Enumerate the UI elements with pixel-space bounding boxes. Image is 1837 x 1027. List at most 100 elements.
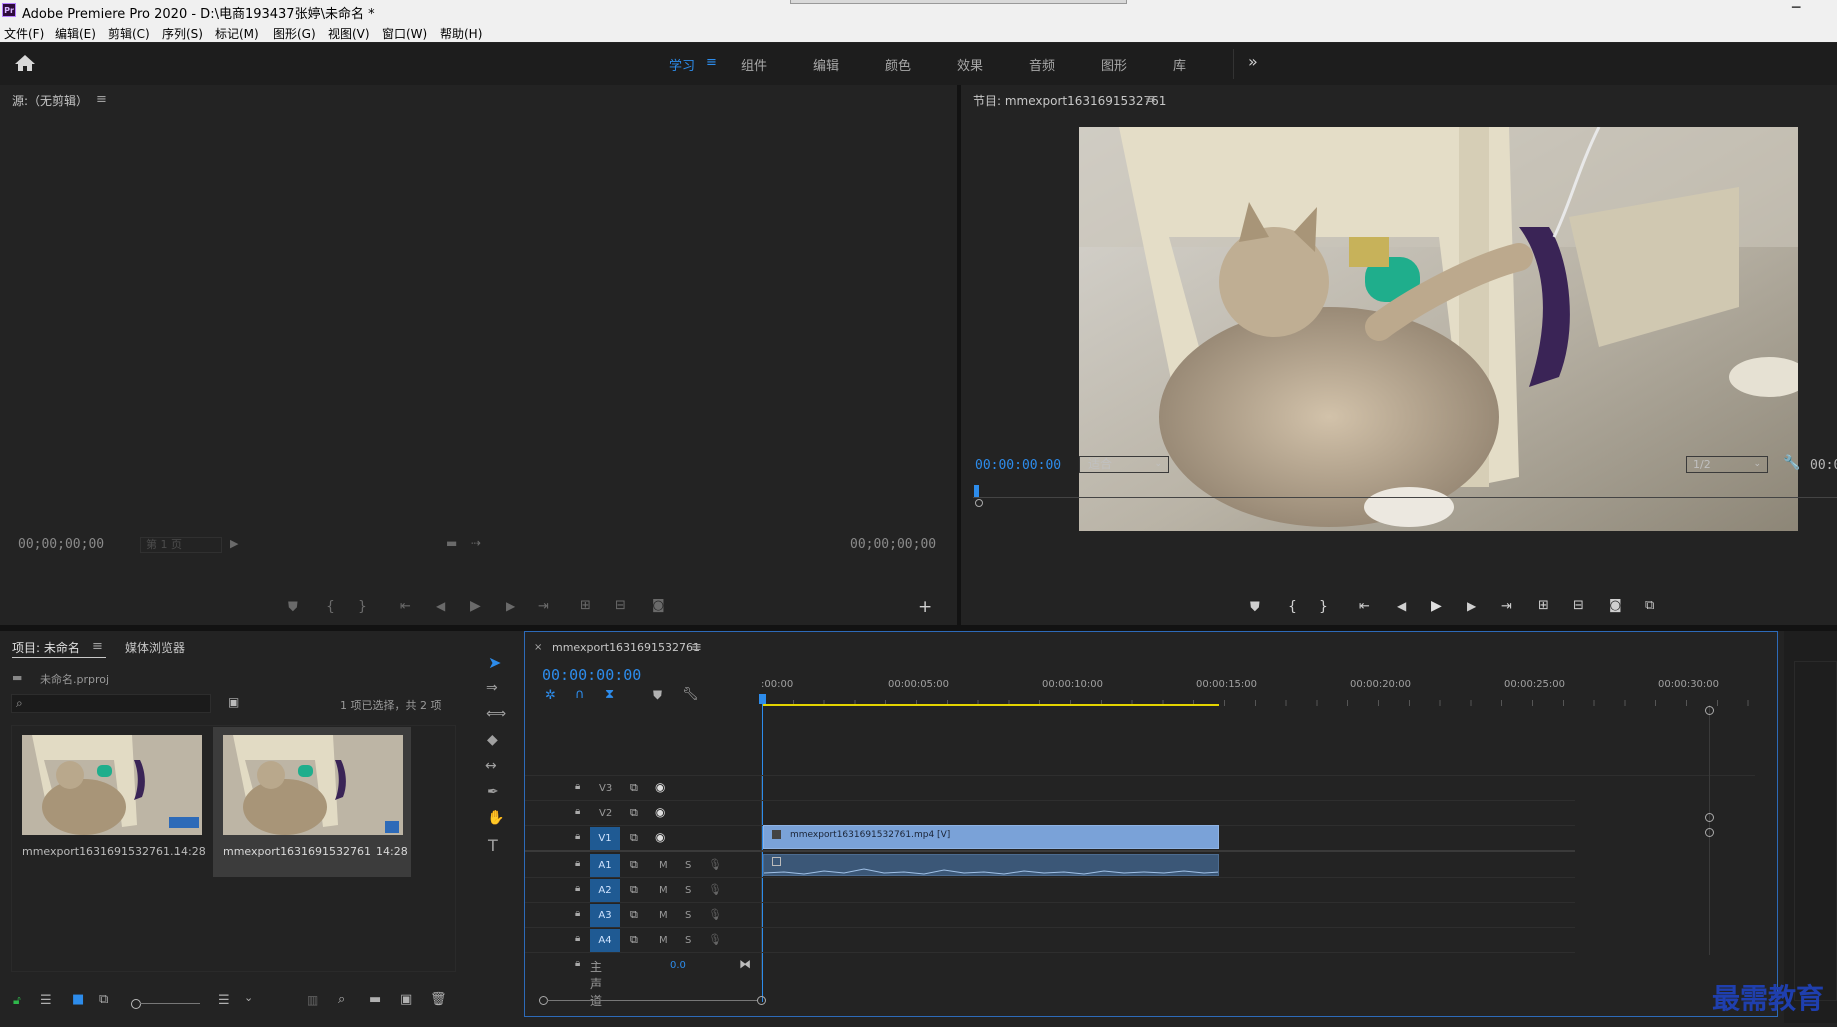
tab-libraries[interactable]: 库	[1173, 55, 1186, 74]
menu-graphics[interactable]: 图形(G)	[273, 25, 316, 42]
resolution-select[interactable]: 1/2 ⌄	[1686, 456, 1768, 473]
go-to-out-icon[interactable]: ⇥	[538, 599, 549, 614]
timeline-timecode[interactable]: 00:00:00:00	[542, 666, 641, 684]
menu-sequence[interactable]: 序列(S)	[162, 25, 203, 42]
track-target-a3[interactable]: A3	[590, 904, 620, 928]
home-icon[interactable]	[14, 54, 36, 72]
mark-in-icon[interactable]: {	[326, 599, 335, 615]
tab-audio[interactable]: 音频	[1029, 55, 1055, 74]
program-panel-menu-icon[interactable]: ≡	[1145, 92, 1156, 107]
track-target-a4[interactable]: A4	[590, 929, 620, 953]
project-panel-menu-icon[interactable]: ≡	[92, 639, 103, 654]
lock-icon[interactable]: 🔒︎	[575, 958, 580, 969]
mute-button[interactable]: M	[659, 885, 668, 896]
menu-file[interactable]: 文件(F)	[4, 25, 44, 42]
program-timecode[interactable]: 00:00:00:00	[975, 458, 1061, 473]
play-small-icon[interactable]: ▶	[230, 537, 238, 550]
lift-icon[interactable]: ⊞	[1538, 598, 1549, 613]
drop-icon[interactable]: ⇢	[471, 536, 481, 550]
mark-out-icon[interactable]: }	[358, 599, 367, 615]
solo-button[interactable]: S	[685, 860, 691, 871]
solo-button[interactable]: S	[685, 935, 691, 946]
lock-icon[interactable]: 🔒︎	[575, 781, 580, 792]
icon-view-icon[interactable]: ■	[72, 992, 84, 1007]
program-title[interactable]: 节目: mmexport1631691532761	[973, 92, 1166, 109]
sync-lock-icon[interactable]: ⧉	[630, 806, 638, 820]
nest-icon[interactable]: ✲	[545, 688, 556, 703]
timeline-settings-icon[interactable]: 🔧︎	[682, 687, 699, 702]
zoom-slider[interactable]	[140, 1003, 200, 1004]
step-forward-icon[interactable]: ▶	[506, 599, 515, 613]
step-forward-icon[interactable]: ▶	[1467, 599, 1476, 613]
lock-icon[interactable]: 🔒︎	[575, 933, 580, 944]
lock-icon[interactable]: 🔒︎	[575, 858, 580, 869]
go-to-out-icon[interactable]: ⇥	[1501, 599, 1512, 614]
overwrite-icon[interactable]: ⊟	[615, 598, 626, 613]
eye-icon[interactable]: ◉	[655, 780, 665, 794]
timeline-tab[interactable]: mmexport1631691532761	[552, 641, 700, 654]
lock-icon[interactable]: 🔒︎	[575, 831, 580, 842]
eye-icon[interactable]: ◉	[655, 805, 665, 819]
audio-clip[interactable]	[763, 854, 1219, 876]
safe-margins-icon[interactable]: ▬	[446, 536, 457, 550]
list-view-icon[interactable]: ☰	[40, 993, 52, 1008]
scroll-handle-bottom[interactable]	[1705, 813, 1714, 822]
source-timecode-left[interactable]: 00;00;00;00	[18, 537, 104, 552]
track-select-tool-icon[interactable]: ⇒	[486, 680, 498, 696]
track-target-v1[interactable]: V1	[590, 827, 620, 851]
scroll-handle-top[interactable]	[1705, 706, 1714, 715]
ripple-edit-tool-icon[interactable]: ⟺	[486, 706, 506, 722]
selection-tool-icon[interactable]: ➤	[488, 653, 501, 672]
sort-icon[interactable]: ☰	[218, 993, 230, 1008]
menu-edit[interactable]: 编辑(E)	[55, 25, 96, 42]
export-frame-icon[interactable]: ◙	[1609, 598, 1622, 613]
slip-tool-icon[interactable]: ↔	[485, 758, 497, 774]
extract-icon[interactable]: ⊟	[1573, 598, 1584, 613]
source-title[interactable]: 源:（无剪辑）	[12, 92, 88, 109]
menu-view[interactable]: 视图(V)	[328, 25, 370, 42]
track-label[interactable]: V2	[599, 808, 612, 819]
type-tool-icon[interactable]: T	[488, 836, 498, 855]
play-icon[interactable]: ▶	[470, 598, 481, 614]
tab-assembly[interactable]: 组件	[741, 55, 767, 74]
lock-icon[interactable]: 🔒︎	[575, 908, 580, 919]
menu-help[interactable]: 帮助(H)	[440, 25, 482, 42]
track-label[interactable]: V3	[599, 783, 612, 794]
trash-icon[interactable]: 🗑︎	[430, 992, 447, 1007]
tab-effects[interactable]: 效果	[957, 55, 983, 74]
find-icon[interactable]: ⌕	[338, 992, 345, 1007]
tab-learning[interactable]: 学习	[669, 55, 695, 74]
master-volume-value[interactable]: 0.0	[670, 960, 686, 971]
close-tab-icon[interactable]: ×	[534, 642, 542, 653]
linked-selection-icon[interactable]: ⧗	[605, 687, 614, 702]
mute-button[interactable]: M	[659, 860, 668, 871]
pen-tool-icon[interactable]: ✒	[487, 784, 499, 800]
solo-button[interactable]: S	[685, 910, 691, 921]
mark-in-icon[interactable]: {	[1288, 599, 1297, 615]
program-playhead[interactable]	[974, 485, 979, 497]
add-marker-icon[interactable]: ⛊	[1250, 600, 1260, 615]
sync-lock-icon[interactable]: ⧉	[630, 858, 638, 872]
eye-icon[interactable]: ◉	[655, 830, 665, 844]
timeline-playhead-line[interactable]	[762, 704, 763, 1002]
source-page-select[interactable]: 第 1 页	[140, 537, 222, 553]
export-frame-icon[interactable]: ◙	[652, 598, 665, 613]
track-target-a1[interactable]: A1	[590, 854, 620, 878]
project-search-input[interactable]: ⌕	[11, 694, 211, 713]
fit-select[interactable]: 适合 ⌄	[1079, 456, 1169, 473]
mute-button[interactable]: M	[659, 935, 668, 946]
go-to-in-icon[interactable]: ⇤	[1359, 599, 1370, 614]
go-to-end-icon[interactable]: ⧓	[739, 957, 751, 971]
sync-lock-icon[interactable]: ⧉	[630, 908, 638, 922]
audio-meter[interactable]	[1794, 661, 1837, 1001]
comparison-view-icon[interactable]: ⧉	[1645, 598, 1654, 613]
track-target-a2[interactable]: A2	[590, 879, 620, 903]
tab-graphics[interactable]: 图形	[1101, 55, 1127, 74]
add-marker-icon[interactable]: ⛊	[288, 600, 298, 615]
wrench-icon[interactable]: 🔧	[1783, 455, 1800, 471]
timeline-playhead-head[interactable]	[759, 694, 766, 704]
sync-lock-icon[interactable]: ⧉	[630, 781, 638, 795]
automate-to-sequence-icon[interactable]: ▥	[307, 993, 318, 1007]
video-clip[interactable]: mmexport1631691532761.mp4 [V]	[763, 825, 1219, 849]
mic-icon[interactable]: 🎙︎	[708, 933, 722, 946]
